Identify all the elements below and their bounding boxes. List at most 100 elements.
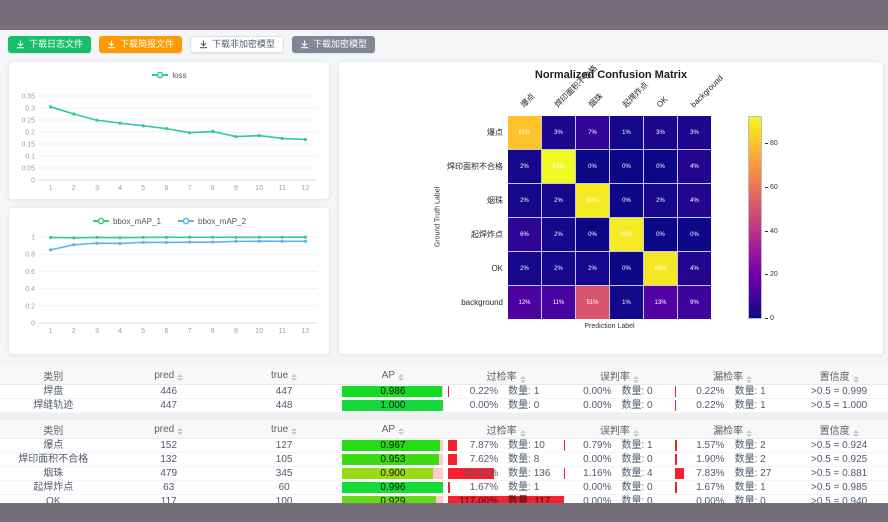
table-row: 焊印面积不合格1321050.9537.62%数量: 80.00%数量: 01.…: [0, 453, 888, 467]
ap-bar-track: 1.000: [342, 400, 443, 411]
sort-caret-icon: [633, 430, 639, 437]
download-icon: [107, 40, 116, 49]
svg-text:8: 8: [211, 328, 215, 335]
col-header-misjudge-rate[interactable]: 误判率: [564, 420, 675, 439]
download-icon: [199, 40, 208, 49]
sort-caret-icon: [853, 430, 859, 437]
misjudge-rate-cell: 0.00%数量: 0: [564, 453, 675, 467]
sort-caret-icon: [520, 430, 526, 437]
misjudge-rate-cell: 1.16%数量: 4: [564, 467, 675, 481]
col-header-category: 类别: [0, 366, 107, 385]
matrix-cell: 11%: [542, 286, 575, 319]
table-row: 焊缝轨迹4474481.0000.00%数量: 00.00%数量: 00.22%…: [0, 399, 888, 413]
download-encrypted-model-button[interactable]: 下载加密模型: [292, 36, 375, 53]
rate-value: 0.00%: [564, 385, 612, 398]
misjudge-rate-cell: 0.00% 数量: 0: [564, 481, 675, 495]
miss-rate-cell: 0.22%数量: 1: [675, 399, 790, 413]
matrix-cell: 9%: [678, 286, 711, 319]
sort-caret-icon: [291, 374, 297, 381]
rate-text: 0.22%数量: 1: [448, 385, 563, 398]
over-rate-cell: 0.22%数量: 1: [448, 385, 563, 399]
svg-text:12: 12: [302, 328, 310, 335]
rate-text: 0.00%数量: 0: [564, 453, 675, 466]
matrix-row-label-2: 烟珠: [339, 184, 503, 217]
sort-caret-icon: [398, 428, 404, 435]
rate-value: 39.42%: [448, 467, 498, 480]
legend-marker-icon: [92, 216, 110, 226]
col-header-true[interactable]: true: [231, 366, 338, 385]
loss-chart: 00.050.10.150.20.250.30.3512345678910111…: [9, 85, 329, 198]
rate-text: 1.90%数量: 2: [675, 453, 790, 466]
metrics-tables: 类别predtrueAP过检率误判率漏检率置信度焊盘4464470.9860.2…: [0, 366, 888, 517]
matrix-col-label-4: OK: [655, 95, 670, 110]
svg-text:0.8: 0.8: [25, 252, 35, 259]
svg-text:0.4: 0.4: [25, 286, 35, 293]
matrix-col-label-3: 起焊炸点: [621, 80, 651, 110]
matrix-col-label-5: background: [689, 73, 726, 110]
svg-text:8: 8: [211, 185, 215, 192]
results-window: 下载日志文件下载简报文件下载非加密模型下载加密模型 loss 00.050.10…: [0, 30, 888, 503]
col-header-ap[interactable]: AP: [337, 366, 448, 385]
download-report-file-button[interactable]: 下载简报文件: [99, 36, 182, 53]
col-header-label: 置信度: [820, 372, 850, 383]
matrix-cell: 0%: [610, 252, 643, 285]
table-row: 焊盘4464470.9860.22%数量: 10.00%数量: 00.22%数量…: [0, 385, 888, 399]
pred-cell: 479: [107, 467, 231, 481]
ap-cell: 1.000: [337, 399, 448, 413]
charts-area: loss 00.050.10.150.20.250.30.35123456789…: [8, 61, 884, 355]
confusion-matrix-xlabel: Prediction Label: [508, 323, 711, 330]
legend-item-bbox_mAP_2[interactable]: bbox_mAP_2: [177, 216, 246, 226]
col-header-over-detection-rate[interactable]: 过检率: [448, 366, 563, 385]
map-chart-card: bbox_mAP_1bbox_mAP_2 00.20.40.60.8112345…: [8, 207, 330, 355]
svg-text:5: 5: [141, 185, 145, 192]
col-header-pred[interactable]: pred: [107, 420, 231, 439]
matrix-cell: 81%: [508, 116, 541, 149]
matrix-cell: 51%: [576, 286, 609, 319]
ap-cell: 0.900: [337, 467, 448, 481]
ap-bar-track: 0.996: [342, 482, 443, 493]
rate-value: 0.22%: [448, 385, 498, 398]
rate-count: 数量: 2: [735, 453, 791, 466]
rate-value: 0.00%: [564, 453, 612, 466]
confidence-cell: >0.5 = 1.000: [790, 399, 888, 413]
rate-text: 1.67%数量: 1: [675, 481, 790, 494]
col-header-label: 置信度: [820, 426, 850, 437]
col-header-label: true: [271, 424, 288, 435]
matrix-cell: 1%: [610, 286, 643, 319]
col-header-confidence[interactable]: 置信度: [790, 366, 888, 385]
col-header-over-detection-rate[interactable]: 过检率: [448, 420, 563, 439]
matrix-cell: 2%: [542, 218, 575, 251]
download-log-file-button[interactable]: 下载日志文件: [8, 36, 91, 53]
colorbar-tick: 60: [765, 184, 778, 192]
rate-count: 数量: 0: [621, 481, 674, 494]
sort-caret-icon: [853, 376, 859, 383]
col-header-confidence[interactable]: 置信度: [790, 420, 888, 439]
rate-text: 0.00%数量: 0: [564, 385, 675, 398]
rate-text: 7.62%数量: 8: [448, 453, 563, 466]
col-header-label: 类别: [43, 372, 63, 383]
col-header-pred[interactable]: pred: [107, 366, 231, 385]
matrix-cell: 93%: [542, 150, 575, 183]
table-row: 起焊炸点63600.9961.67%数量: 10.00%数量: 01.67%数量…: [0, 481, 888, 495]
col-header-true[interactable]: true: [231, 420, 338, 439]
col-header-ap[interactable]: AP: [337, 420, 448, 439]
matrix-cell: 0%: [678, 218, 711, 251]
svg-text:10: 10: [255, 185, 263, 192]
col-header-miss-rate[interactable]: 漏检率: [675, 420, 790, 439]
rate-value: 7.62%: [448, 453, 498, 466]
ap-value: 0.900: [342, 468, 443, 479]
svg-text:3: 3: [95, 328, 99, 335]
col-header-misjudge-rate[interactable]: 误判率: [564, 366, 675, 385]
desktop-background-bottom: [0, 503, 888, 522]
rate-value: 0.00%: [564, 481, 612, 494]
button-label: 下载加密模型: [313, 36, 367, 53]
svg-text:6: 6: [164, 185, 168, 192]
svg-text:0.35: 0.35: [21, 94, 35, 101]
over-rate-cell: 7.62%数量: 8: [448, 453, 563, 467]
legend-item-loss[interactable]: loss: [151, 70, 186, 80]
download-unencrypted-model-button[interactable]: 下载非加密模型: [190, 36, 284, 53]
col-header-miss-rate[interactable]: 漏检率: [675, 366, 790, 385]
legend-item-bbox_mAP_1[interactable]: bbox_mAP_1: [92, 216, 161, 226]
confusion-matrix-card: Normalized Confusion Matrix Ground Truth…: [338, 61, 884, 355]
col-header-label: AP: [382, 424, 395, 435]
